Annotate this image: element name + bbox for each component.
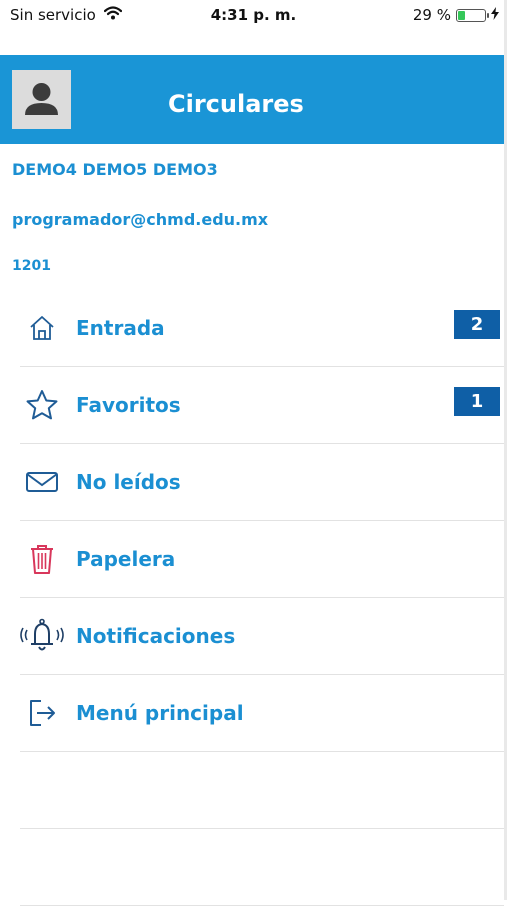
menu-item-no-leidos[interactable]: No leídos — [20, 444, 504, 521]
menu-item-label: Entrada — [76, 316, 165, 340]
battery-level — [458, 10, 465, 20]
envelope-icon — [20, 470, 64, 494]
user-id: 1201 — [12, 258, 51, 274]
menu-item-entrada[interactable]: Entrada 2 — [20, 290, 504, 367]
unread-count-badge: 2 — [454, 310, 500, 339]
drawer-menu: Entrada 2 Favoritos 1 No leídos Papelera… — [20, 290, 504, 906]
header-title: Circulares — [168, 90, 304, 118]
menu-item-favoritos[interactable]: Favoritos 1 — [20, 367, 504, 444]
logout-icon — [20, 697, 64, 729]
star-icon — [20, 389, 64, 421]
menu-item-label: Menú principal — [76, 701, 244, 725]
user-silhouette-icon — [25, 83, 58, 115]
favorites-count-badge: 1 — [454, 387, 500, 416]
menu-item-label: Papelera — [76, 547, 176, 571]
drawer-header: Circulares — [0, 55, 504, 144]
user-name: DEMO4 DEMO5 DEMO3 — [12, 160, 218, 179]
bell-icon — [20, 616, 64, 656]
menu-item-notificaciones[interactable]: Notificaciones — [20, 598, 504, 675]
menu-item-papelera[interactable]: Papelera — [20, 521, 504, 598]
battery-icon — [456, 8, 489, 22]
empty-row — [20, 752, 504, 829]
status-bar: Sin servicio 4:31 p. m. 29 % — [0, 0, 507, 34]
user-email: programador@chmd.edu.mx — [12, 210, 269, 229]
menu-item-menu-principal[interactable]: Menú principal — [20, 675, 504, 752]
home-icon — [20, 313, 64, 343]
battery-percent: 29 % — [412, 6, 451, 24]
menu-item-label: Favoritos — [76, 393, 181, 417]
charging-icon — [491, 6, 499, 24]
menu-item-label: No leídos — [76, 470, 181, 494]
trash-icon — [20, 542, 64, 576]
menu-item-label: Notificaciones — [76, 624, 236, 648]
empty-row — [20, 829, 504, 906]
status-right: 29 % — [413, 6, 499, 24]
avatar[interactable] — [12, 70, 71, 129]
